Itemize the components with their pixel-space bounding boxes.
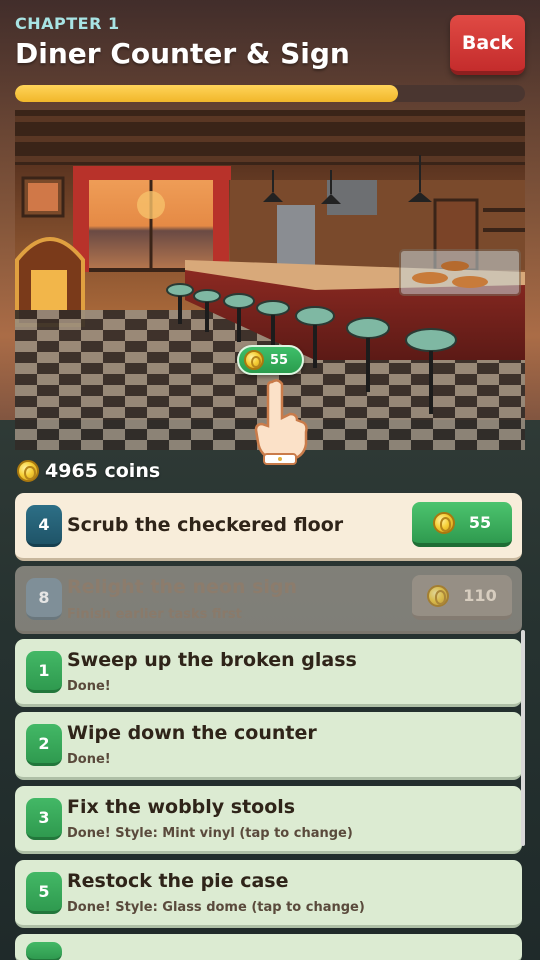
task-number-badge (26, 942, 62, 960)
task-title: Scrub the checkered floor (67, 514, 344, 536)
task-row[interactable]: 8 Relight the neon sign Finish earlier t… (15, 566, 522, 634)
locked-reward-button: 110 (412, 575, 512, 620)
task-title: Fix the wobbly stools (67, 796, 296, 818)
task-row[interactable]: 4 Scrub the checkered floor 55 (15, 493, 522, 561)
task-list-scrollbar[interactable] (521, 630, 525, 846)
chapter-label: CHAPTER 1 (15, 14, 120, 33)
complete-task-button[interactable]: 55 (412, 502, 512, 547)
coin-icon (17, 460, 39, 482)
wallet: 4965 coins (17, 460, 160, 482)
chapter-progress-bar (15, 85, 525, 102)
task-row[interactable]: 5 Restock the pie case Done! Style: Glas… (15, 860, 522, 928)
coin-icon (432, 511, 455, 534)
task-row-partial[interactable] (15, 934, 522, 960)
task-subtitle: Done! (67, 752, 111, 767)
reward-value: 110 (463, 586, 497, 605)
task-reward-bubble[interactable]: 55 (237, 345, 304, 375)
task-number-badge: 4 (26, 505, 62, 547)
page-title: Diner Counter & Sign (15, 37, 350, 70)
progress-fill (15, 85, 398, 102)
task-row[interactable]: 2 Wipe down the counter Done! (15, 712, 522, 780)
header: CHAPTER 1 Diner Counter & Sign (15, 14, 525, 70)
task-number-badge: 1 (26, 651, 62, 693)
task-subtitle: Done! Style: Glass dome (tap to change) (67, 900, 365, 915)
coin-icon (244, 350, 264, 370)
task-row[interactable]: 1 Sweep up the broken glass Done! (15, 639, 522, 707)
pointing-hand-icon (250, 378, 310, 466)
reward-value: 55 (468, 513, 492, 532)
task-number-badge: 2 (26, 724, 62, 766)
coin-icon (427, 584, 450, 607)
task-title: Wipe down the counter (67, 722, 317, 744)
task-subtitle: Finish earlier tasks first (67, 607, 242, 622)
task-row[interactable]: 3 Fix the wobbly stools Done! Style: Min… (15, 786, 522, 854)
task-number-badge: 5 (26, 872, 62, 914)
task-title: Sweep up the broken glass (67, 649, 357, 671)
task-title: Relight the neon sign (67, 576, 298, 598)
bubble-reward-value: 55 (270, 352, 289, 368)
coin-balance: 4965 coins (45, 460, 161, 482)
task-subtitle: Done! (67, 679, 111, 694)
task-title: Restock the pie case (67, 870, 289, 892)
task-number-badge: 3 (26, 798, 62, 840)
task-subtitle: Done! Style: Mint vinyl (tap to change) (67, 826, 353, 841)
task-number-badge: 8 (26, 578, 62, 620)
back-button[interactable]: Back (450, 15, 525, 75)
